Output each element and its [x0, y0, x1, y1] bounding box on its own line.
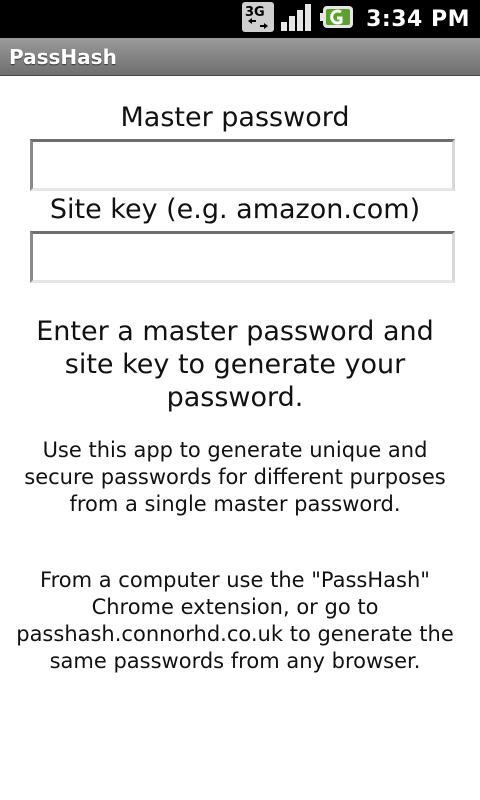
site-key-input[interactable] [30, 231, 455, 283]
master-password-label: Master password [120, 102, 350, 133]
generated-password-status: Enter a master password and site key to … [36, 316, 434, 413]
master-password-input[interactable] [30, 139, 455, 191]
app-title: PassHash [9, 44, 117, 69]
site-key-label: Site key (e.g. amazon.com) [49, 194, 421, 225]
status-time: 3:34 PM [366, 6, 470, 32]
app-title-bar: PassHash [0, 38, 480, 76]
signal-strength-icon [280, 2, 314, 36]
extension-info: From a computer use the "PassHash" Chrom… [16, 568, 454, 673]
status-bar: 3G 3:34 PM [0, 0, 480, 38]
app-description: Use this app to generate unique and secu… [24, 438, 446, 516]
3g-icon: 3G [242, 2, 275, 36]
battery-charging-icon [320, 5, 354, 33]
svg-text:3G: 3G [245, 5, 265, 20]
